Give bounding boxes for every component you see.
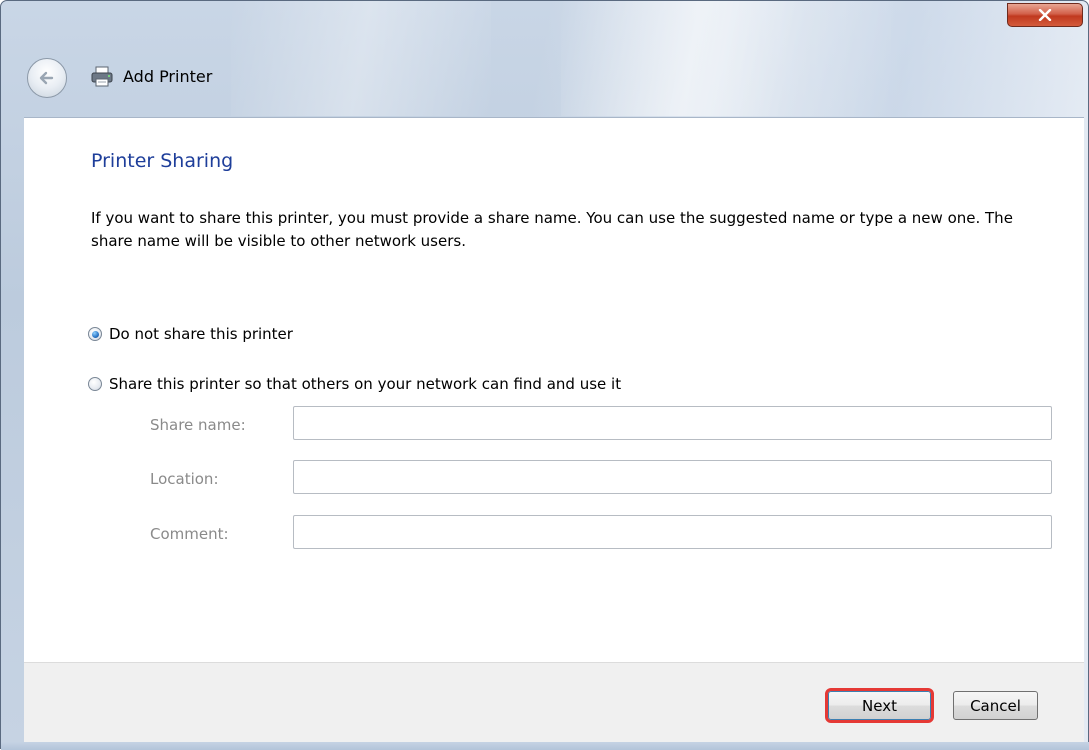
comment-label: Comment:	[150, 525, 229, 543]
next-button[interactable]: Next	[825, 688, 934, 723]
radio-share-printer-label: Share this printer so that others on you…	[109, 375, 622, 393]
back-arrow-icon	[39, 71, 54, 85]
window-title: Add Printer	[123, 67, 213, 86]
glass-highlight-secondary	[231, 1, 491, 116]
radio-do-not-share[interactable]: Do not share this printer	[88, 324, 293, 344]
radio-dot	[91, 330, 99, 338]
location-label: Location:	[150, 470, 219, 488]
close-button[interactable]	[1007, 3, 1083, 27]
share-name-input[interactable]	[293, 406, 1052, 440]
close-icon	[1038, 9, 1052, 21]
back-button[interactable]	[27, 58, 67, 98]
glass-highlight	[561, 1, 891, 116]
wizard-footer: Next Cancel	[24, 662, 1084, 742]
wizard-content: Printer Sharing If you want to share thi…	[24, 117, 1084, 662]
radio-button-unselected[interactable]	[88, 377, 102, 391]
page-description: If you want to share this printer, you m…	[91, 209, 1013, 250]
add-printer-window: Add Printer Printer Sharing If you want …	[0, 0, 1089, 750]
share-name-label: Share name:	[150, 416, 246, 434]
radio-do-not-share-label: Do not share this printer	[109, 325, 293, 343]
radio-button-selected[interactable]	[88, 327, 102, 341]
printer-icon	[91, 66, 113, 87]
page-heading: Printer Sharing	[91, 150, 234, 172]
cancel-button[interactable]: Cancel	[953, 691, 1038, 720]
radio-share-printer[interactable]: Share this printer so that others on you…	[88, 374, 621, 394]
location-input[interactable]	[293, 460, 1052, 494]
comment-input[interactable]	[293, 515, 1052, 549]
